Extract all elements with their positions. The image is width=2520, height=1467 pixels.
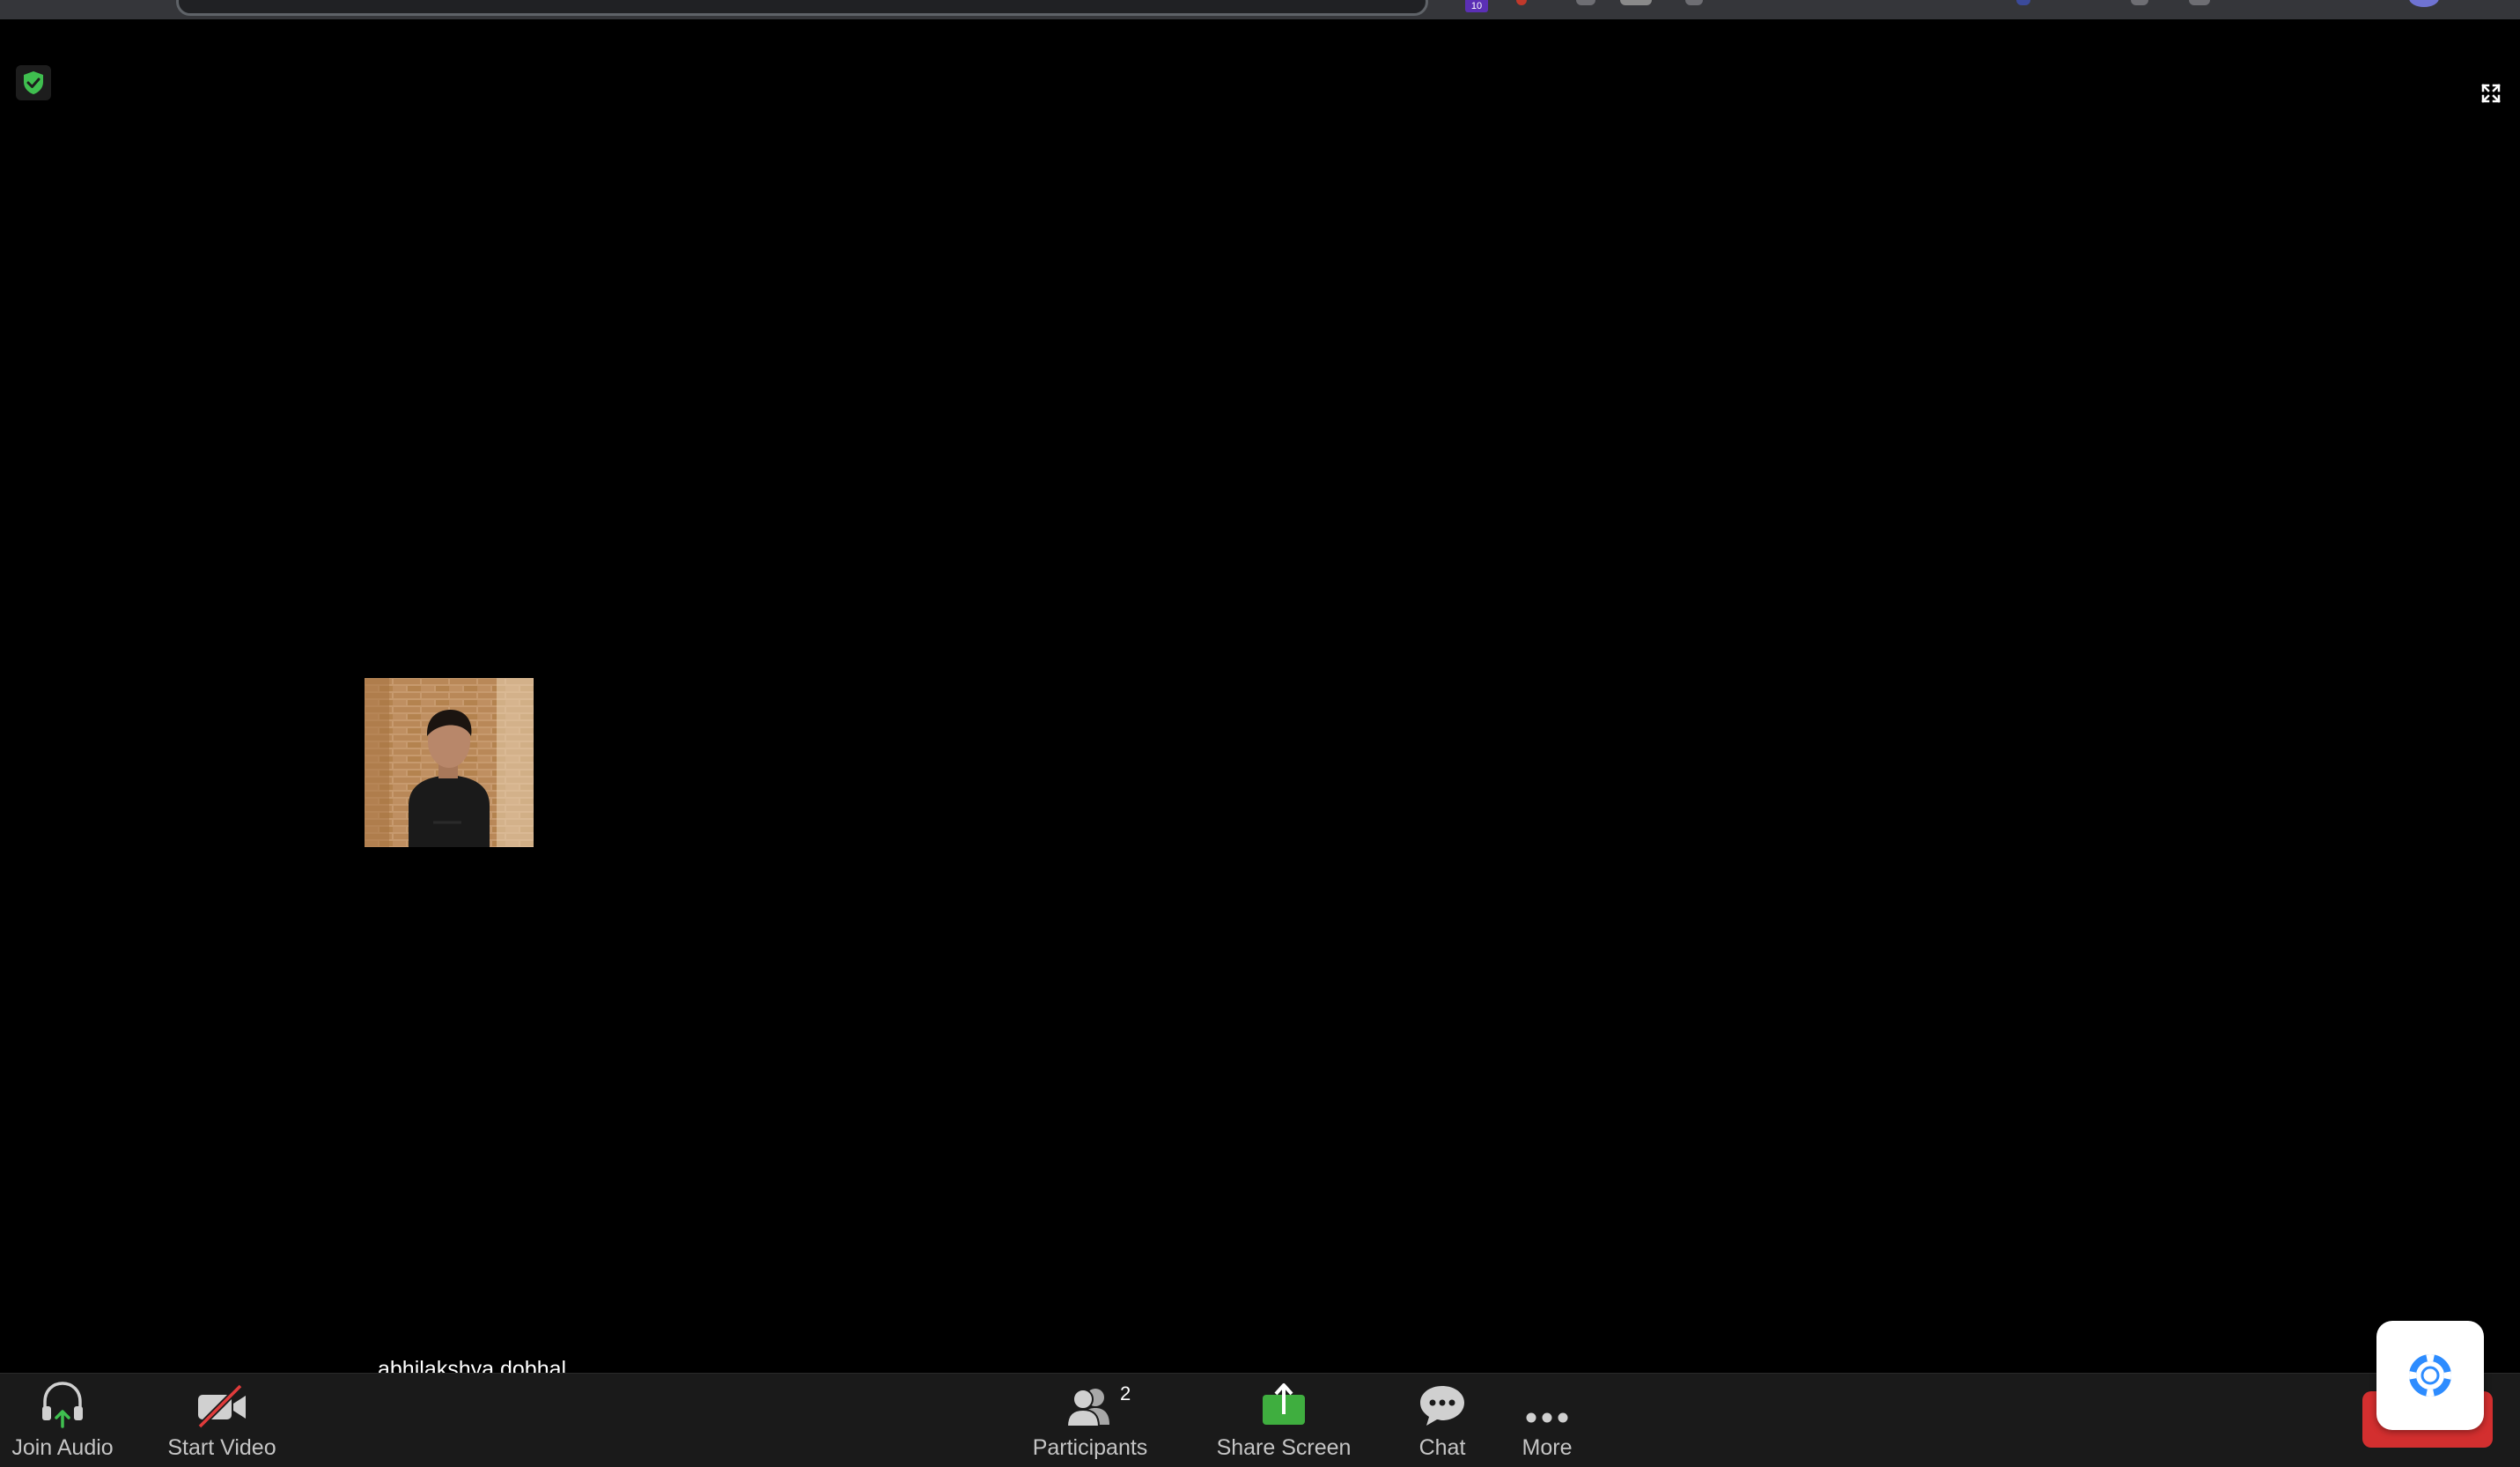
headphones-icon xyxy=(39,1374,86,1428)
fullscreen-icon[interactable] xyxy=(2479,81,2503,106)
extension-icon[interactable] xyxy=(2016,0,2030,5)
join-audio-label: Join Audio xyxy=(11,1435,114,1460)
extension-icon[interactable] xyxy=(1620,0,1652,5)
extension-icon[interactable] xyxy=(1516,0,1527,5)
share-screen-icon xyxy=(1260,1374,1308,1428)
extension-icon[interactable] xyxy=(2131,0,2148,5)
share-screen-label: Share Screen xyxy=(1216,1435,1352,1460)
share-screen-button[interactable]: Share Screen xyxy=(1215,1374,1352,1467)
more-icon xyxy=(1521,1374,1573,1428)
shield-check-icon[interactable] xyxy=(16,65,51,100)
start-video-button[interactable]: Start Video xyxy=(166,1374,278,1467)
chat-label: Chat xyxy=(1418,1435,1466,1460)
browser-toolbar: 10 xyxy=(0,0,2520,19)
extension-icon[interactable] xyxy=(2189,0,2210,5)
extension-icon[interactable] xyxy=(1576,0,1595,5)
participants-button[interactable]: 2 Participants xyxy=(1028,1374,1152,1467)
meeting-video-area: abhilakshya dobhal xyxy=(0,19,2520,1382)
more-button[interactable]: More xyxy=(1513,1374,1581,1467)
participants-icon: 2 xyxy=(1064,1374,1131,1428)
more-label: More xyxy=(1522,1435,1573,1460)
video-off-icon xyxy=(195,1374,249,1428)
participants-label: Participants xyxy=(1032,1435,1148,1460)
extension-badge[interactable]: 10 xyxy=(1465,0,1488,12)
participants-count: 2 xyxy=(1120,1382,1131,1404)
profile-avatar[interactable] xyxy=(2409,0,2439,7)
join-audio-button[interactable]: Join Audio xyxy=(9,1374,116,1467)
chat-button[interactable]: Chat xyxy=(1409,1374,1476,1467)
participant-avatar[interactable] xyxy=(365,678,534,847)
address-bar[interactable] xyxy=(176,0,1428,16)
start-video-label: Start Video xyxy=(167,1435,276,1460)
meeting-toolbar: Join Audio Start Video 2 Participants Sh… xyxy=(0,1373,2520,1467)
chat-icon xyxy=(1418,1374,1467,1428)
lifebuoy-icon[interactable] xyxy=(2376,1321,2484,1430)
extension-icon[interactable] xyxy=(1685,0,1703,5)
